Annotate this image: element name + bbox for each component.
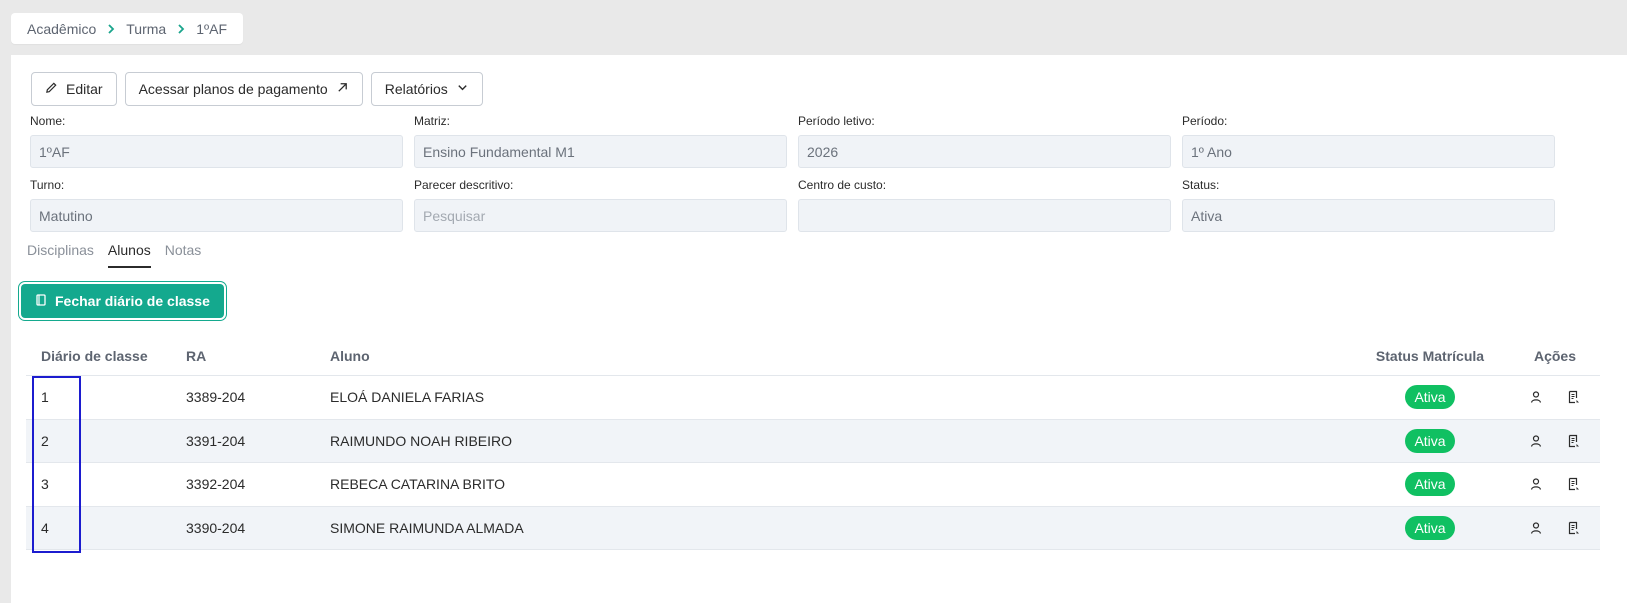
ra-cell: 3392-204 [186, 476, 246, 493]
chevron-down-icon [456, 81, 469, 97]
diario-cell: 3 [41, 476, 49, 493]
class-fields: Nome: 1ºAF Matriz: Ensino Fundamental M1… [30, 114, 1556, 232]
close-class-diary-label: Fechar diário de classe [55, 293, 210, 309]
periodo-letivo-input: 2026 [798, 135, 1171, 168]
person-icon[interactable] [1529, 434, 1543, 448]
tabs: Disciplinas Alunos Notas [27, 242, 201, 268]
reports-dropdown[interactable]: Relatórios [370, 72, 483, 106]
matriz-input: Ensino Fundamental M1 [414, 135, 787, 168]
status-cell: Ativa [1350, 472, 1510, 497]
turno-input: Matutino [30, 199, 403, 232]
ra-cell: 3390-204 [186, 519, 246, 536]
diario-cell: 1 [41, 389, 49, 406]
tab-disciplinas[interactable]: Disciplinas [27, 242, 94, 268]
field-label: Centro de custo: [798, 178, 887, 192]
status-badge: Ativa [1405, 515, 1455, 540]
field-label: Parecer descritivo: [414, 178, 514, 192]
field-periodo-letivo: Período letivo: 2026 [798, 114, 1171, 168]
ra-cell: 3391-204 [186, 432, 246, 449]
aluno-cell: ELOÁ DANIELA FARIAS [330, 389, 485, 406]
field-label: Período letivo: [798, 114, 875, 128]
document-icon[interactable] [1567, 434, 1581, 448]
field-label: Período: [1182, 114, 1228, 128]
header-status[interactable]: Status Matrícula [1350, 348, 1510, 364]
table-row: 4 3390-204 SIMONE RAIMUNDA ALMADA Ativa [26, 506, 1600, 550]
person-icon[interactable] [1529, 390, 1543, 404]
tab-alunos[interactable]: Alunos [107, 242, 151, 268]
table-header: Diário de classe RA Aluno Status Matrícu… [26, 337, 1600, 376]
arrow-up-right-icon [336, 81, 349, 97]
toolbar: Editar Acessar planos de pagamento Relat… [31, 72, 483, 106]
actions-cell [1510, 390, 1600, 404]
field-matriz: Matriz: Ensino Fundamental M1 [414, 114, 787, 168]
reports-label: Relatórios [384, 81, 448, 97]
tab-notas[interactable]: Notas [165, 242, 202, 268]
class-detail-panel: Editar Acessar planos de pagamento Relat… [11, 55, 1627, 603]
students-table: Diário de classe RA Aluno Status Matrícu… [26, 337, 1600, 550]
field-periodo: Período: 1º Ano [1182, 114, 1555, 168]
pencil-icon [45, 81, 58, 97]
table-row: 1 3389-204 ELOÁ DANIELA FARIAS Ativa [26, 376, 1600, 420]
status-cell: Ativa [1350, 385, 1510, 410]
nome-input: 1ºAF [30, 135, 403, 168]
parecer-search-input: Pesquisar [414, 199, 787, 232]
status-input: Ativa [1182, 199, 1555, 232]
field-label: Matriz: [414, 114, 450, 128]
field-status: Status: Ativa [1182, 178, 1555, 232]
aluno-cell: SIMONE RAIMUNDA ALMADA [330, 519, 524, 536]
periodo-input: 1º Ano [1182, 135, 1555, 168]
person-icon[interactable] [1529, 521, 1543, 535]
centro-custo-input [798, 199, 1171, 232]
actions-cell [1510, 477, 1600, 491]
field-turno: Turno: Matutino [30, 178, 403, 232]
aluno-cell: REBECA CATARINA BRITO [330, 476, 506, 493]
document-icon[interactable] [1567, 390, 1581, 404]
edit-button[interactable]: Editar [31, 72, 117, 106]
table-row: 2 3391-204 RAIMUNDO NOAH RIBEIRO Ativa [26, 419, 1600, 463]
breadcrumb-turma[interactable]: Turma [126, 21, 166, 37]
chevron-right-icon [176, 23, 186, 34]
status-badge: Ativa [1405, 385, 1455, 410]
actions-cell [1510, 434, 1600, 448]
header-ra[interactable]: RA [171, 348, 316, 364]
document-icon[interactable] [1567, 477, 1581, 491]
field-label: Status: [1182, 178, 1220, 192]
diario-cell: 4 [41, 519, 49, 536]
header-acoes: Ações [1533, 348, 1577, 364]
edit-button-label: Editar [66, 81, 103, 97]
status-cell: Ativa [1350, 428, 1510, 453]
diario-cell: 2 [41, 432, 49, 449]
close-class-diary-button[interactable]: Fechar diário de classe [21, 284, 224, 318]
payment-plans-label: Acessar planos de pagamento [138, 81, 328, 97]
field-label: Turno: [30, 178, 65, 192]
table-row: 3 3392-204 REBECA CATARINA BRITO Ativa [26, 463, 1600, 507]
person-icon[interactable] [1529, 477, 1543, 491]
status-badge: Ativa [1405, 472, 1455, 497]
status-badge: Ativa [1405, 428, 1455, 453]
chevron-right-icon [106, 23, 116, 34]
field-centro-custo: Centro de custo: [798, 178, 1171, 232]
status-cell: Ativa [1350, 515, 1510, 540]
actions-cell [1510, 521, 1600, 535]
breadcrumb: Acadêmico Turma 1ºAF [11, 13, 243, 44]
book-icon [35, 293, 47, 309]
aluno-cell: RAIMUNDO NOAH RIBEIRO [330, 432, 513, 449]
header-aluno[interactable]: Aluno [316, 348, 1350, 364]
header-diario[interactable]: Diário de classe [26, 348, 171, 364]
field-nome: Nome: 1ºAF [30, 114, 403, 168]
document-icon[interactable] [1567, 521, 1581, 535]
breadcrumb-academico[interactable]: Acadêmico [27, 21, 96, 37]
payment-plans-button[interactable]: Acessar planos de pagamento [124, 72, 363, 106]
field-parecer: Parecer descritivo: Pesquisar [414, 178, 787, 232]
breadcrumb-current: 1ºAF [196, 20, 227, 37]
ra-cell: 3389-204 [186, 389, 246, 406]
field-label: Nome: [30, 114, 66, 128]
